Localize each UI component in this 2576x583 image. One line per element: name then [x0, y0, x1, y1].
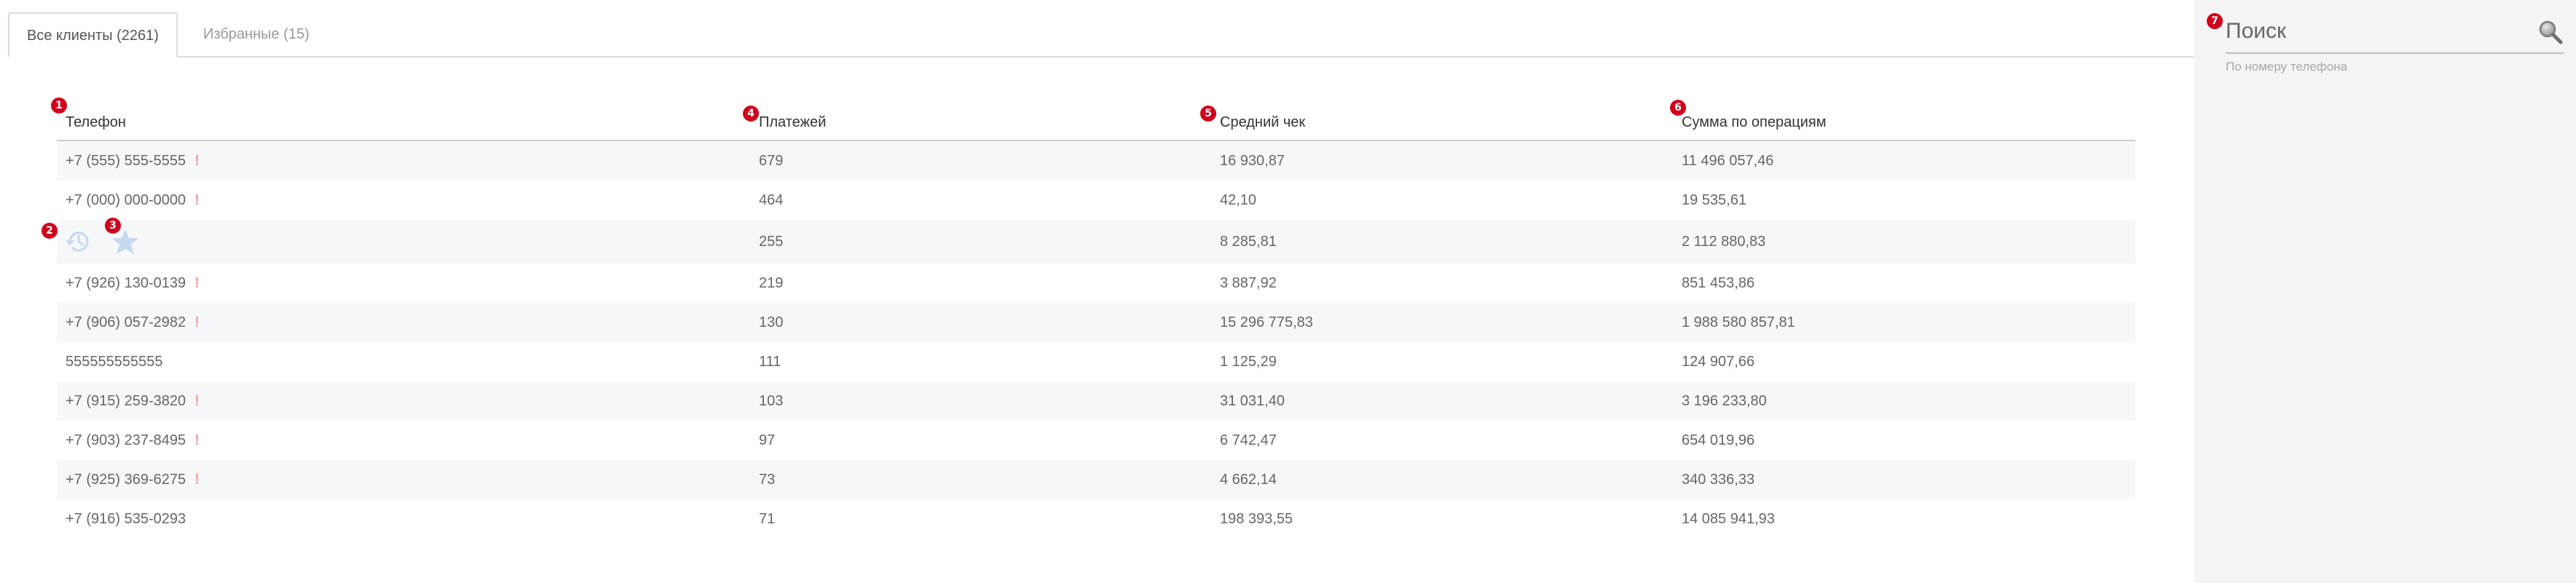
header-avg-check[interactable]: Средний чек: [1220, 114, 1305, 131]
avg-check-cell: 42,10: [1220, 191, 1257, 208]
page: Все клиенты (2261) Избранные (15) Телефо…: [0, 0, 2576, 583]
row-actions: [63, 220, 141, 263]
phone-text: +7 (916) 535-0293: [66, 510, 186, 527]
search-hint: По номеру телефона: [2226, 60, 2348, 74]
payments-cell: 464: [759, 191, 784, 208]
table-row[interactable]: +7 (903) 237-8495 ! 97 6 742,47 654 019,…: [57, 421, 2135, 460]
flag-mark: !: [194, 191, 200, 208]
avg-check-cell: 31 031,40: [1220, 392, 1285, 409]
badge-5: 5: [1200, 106, 1216, 122]
payments-cell: 111: [759, 353, 781, 370]
phone-cell: +7 (926) 130-0139 !: [66, 263, 200, 303]
phone-cell: +7 (906) 057-2982 !: [66, 303, 200, 342]
table-row[interactable]: +7 (906) 057-2982 ! 130 15 296 775,83 1 …: [57, 303, 2135, 342]
badge-4: 4: [743, 106, 759, 122]
search-input[interactable]: [2226, 12, 2517, 51]
table-row[interactable]: +7 (925) 369-6275 ! 73 4 662,14 340 336,…: [57, 460, 2135, 499]
payments-cell: 679: [759, 152, 784, 169]
phone-text: 555555555555: [66, 353, 163, 370]
phone-cell: +7 (000) 000-0000 !: [66, 181, 200, 220]
phone-cell: +7 (903) 237-8495 !: [66, 421, 200, 460]
header-sum[interactable]: Сумма по операциям: [1682, 114, 1826, 131]
flag-mark: !: [194, 392, 200, 409]
history-icon[interactable]: [63, 226, 95, 258]
tab-all-clients[interactable]: Все клиенты (2261): [8, 12, 178, 57]
phone-cell: 555555555555: [66, 342, 162, 381]
payments-cell: 97: [759, 432, 776, 448]
phone-text: +7 (915) 259-3820: [66, 392, 186, 409]
badge-1: 1: [51, 98, 67, 114]
tab-bar: Все клиенты (2261) Избранные (15): [8, 12, 2194, 57]
phone-cell: +7 (925) 369-6275 !: [66, 460, 200, 499]
flag-mark: !: [194, 471, 200, 488]
clients-table: Телефон Платежей Средний чек Сумма по оп…: [57, 90, 2135, 539]
payments-cell: 71: [759, 510, 776, 527]
table-row[interactable]: 555555555555 111 1 125,29 124 907,66: [57, 342, 2135, 381]
phone-cell: +7 (916) 535-0293: [66, 499, 186, 539]
avg-check-cell: 1 125,29: [1220, 353, 1277, 370]
phone-cell: +7 (555) 555-5555 !: [66, 141, 200, 181]
phone-text: +7 (926) 130-0139: [66, 274, 186, 291]
sum-cell: 2 112 880,83: [1682, 233, 1766, 250]
phone-text: +7 (903) 237-8495: [66, 432, 186, 448]
avg-check-cell: 3 887,92: [1220, 274, 1277, 291]
search-icon[interactable]: [2537, 19, 2564, 45]
sum-cell: 851 453,86: [1682, 274, 1755, 291]
avg-check-cell: 15 296 775,83: [1220, 314, 1313, 330]
header-phone[interactable]: Телефон: [66, 114, 126, 131]
table-row[interactable]: +7 (915) 259-3820 ! 103 31 031,40 3 196 …: [57, 381, 2135, 421]
badge-2: 2: [42, 223, 58, 239]
search-sidebar: 7 По номеру телефона: [2194, 0, 2576, 583]
badge-3: 3: [105, 218, 121, 234]
phone-text: +7 (000) 000-0000: [66, 191, 186, 208]
avg-check-cell: 6 742,47: [1220, 432, 1277, 448]
phone-text: +7 (906) 057-2982: [66, 314, 186, 330]
avg-check-cell: 198 393,55: [1220, 510, 1293, 527]
sum-cell: 124 907,66: [1682, 353, 1755, 370]
payments-cell: 255: [759, 233, 784, 250]
table-row[interactable]: +7 (000) 000-0000 ! 464 42,10 19 535,61: [57, 181, 2135, 220]
sum-cell: 11 496 057,46: [1682, 152, 1774, 169]
sum-cell: 340 336,33: [1682, 471, 1755, 488]
flag-mark: !: [194, 152, 200, 169]
avg-check-cell: 4 662,14: [1220, 471, 1277, 488]
sum-cell: 19 535,61: [1682, 191, 1746, 208]
flag-mark: !: [194, 274, 200, 291]
badge-6: 6: [1670, 100, 1686, 116]
sum-cell: 654 019,96: [1682, 432, 1755, 448]
avg-check-cell: 8 285,81: [1220, 233, 1277, 250]
payments-cell: 130: [759, 314, 784, 330]
sum-cell: 1 988 580 857,81: [1682, 314, 1795, 330]
table-row[interactable]: +7 (916) 535-0293 71 198 393,55 14 085 9…: [57, 499, 2135, 539]
badge-7: 7: [2207, 13, 2223, 29]
payments-cell: 219: [759, 274, 784, 291]
payments-cell: 73: [759, 471, 776, 488]
avg-check-cell: 16 930,87: [1220, 152, 1285, 169]
phone-cell: +7 (915) 259-3820 !: [66, 381, 200, 421]
table-header: Телефон Платежей Средний чек Сумма по оп…: [57, 90, 2135, 141]
flag-mark: !: [194, 432, 200, 448]
payments-cell: 103: [759, 392, 784, 409]
phone-text: +7 (925) 369-6275: [66, 471, 186, 488]
sum-cell: 3 196 233,80: [1682, 392, 1767, 409]
flag-mark: !: [194, 314, 200, 330]
table-row[interactable]: 255 8 285,81 2 112 880,83: [57, 220, 2135, 263]
tab-favorites[interactable]: Избранные (15): [186, 12, 327, 56]
search-box: [2226, 12, 2564, 54]
header-payments[interactable]: Платежей: [759, 114, 826, 131]
table-row[interactable]: +7 (926) 130-0139 ! 219 3 887,92 851 453…: [57, 263, 2135, 303]
sum-cell: 14 085 941,93: [1682, 510, 1775, 527]
main-area: Все клиенты (2261) Избранные (15) Телефо…: [0, 0, 2194, 583]
phone-text: +7 (555) 555-5555: [66, 152, 186, 169]
table-row[interactable]: +7 (555) 555-5555 ! 679 16 930,87 11 496…: [57, 141, 2135, 181]
